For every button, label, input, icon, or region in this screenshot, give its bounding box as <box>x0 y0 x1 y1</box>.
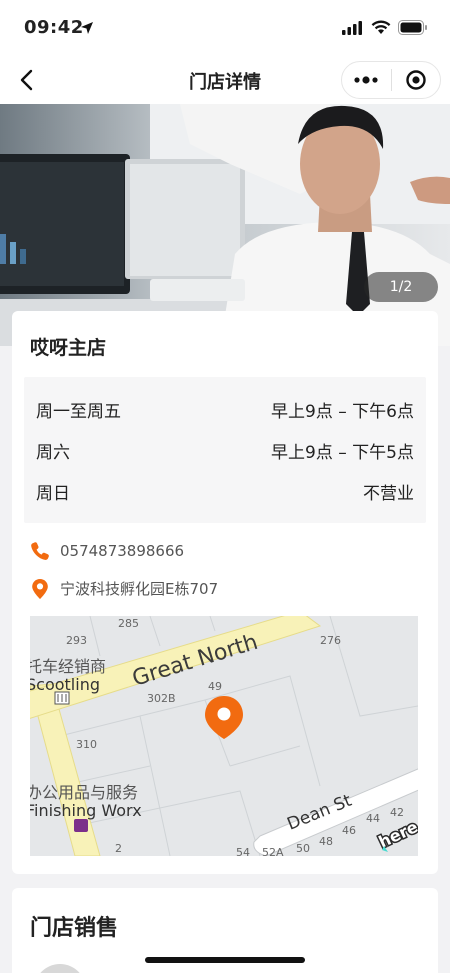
more-button[interactable] <box>342 62 391 98</box>
office-photo <box>0 104 450 346</box>
hours-row: 周日 不营业 <box>36 477 414 505</box>
phone-row[interactable]: 0574873898666 <box>30 541 184 561</box>
map-canvas: Great North Dean St 托车经销商 Scootling 办公用品… <box>30 616 418 856</box>
hours-row: 周六 早上9点 – 下午5点 <box>36 436 414 464</box>
business-hours: 周一至周五 早上9点 – 下午6点 周六 早上9点 – 下午5点 周日 不营业 <box>24 377 426 523</box>
map-number: 285 <box>118 617 139 630</box>
signal-icon <box>342 20 362 35</box>
location-pin-icon <box>30 578 50 599</box>
sales-title: 门店销售 <box>30 916 119 941</box>
map-number: 310 <box>76 738 97 751</box>
map-number: 54 <box>236 846 250 856</box>
poi-label-en: Finishing Worx <box>30 801 142 820</box>
store-address: 宁波科技孵化园E栋707 <box>60 580 219 598</box>
poi-label-en: Scootling <box>30 675 100 694</box>
wifi-icon <box>371 20 391 34</box>
map-number: 44 <box>366 812 380 825</box>
poi-label-cn: 托车经销商 <box>30 657 106 676</box>
map-number: 293 <box>66 634 87 647</box>
hours-days: 周六 <box>36 442 70 463</box>
battery-icon <box>398 20 427 35</box>
map-number: 46 <box>342 824 356 837</box>
close-miniprogram-button[interactable] <box>392 62 441 98</box>
poi-label-cn: 办公用品与服务 <box>30 783 138 802</box>
location-arrow-icon <box>81 22 93 34</box>
mini-program-capsule <box>341 61 441 99</box>
store-name: 哎呀主店 <box>30 337 107 359</box>
hours-time: 早上9点 – 下午6点 <box>271 401 414 422</box>
home-indicator <box>145 957 305 963</box>
store-banner[interactable]: 1/2 <box>0 104 450 346</box>
map-number: 48 <box>319 835 333 848</box>
address-row[interactable]: 宁波科技孵化园E栋707 <box>30 578 218 599</box>
hours-row: 周一至周五 早上9点 – 下午6点 <box>36 395 414 423</box>
nav-bar: 门店详情 <box>0 56 450 104</box>
hours-time: 早上9点 – 下午5点 <box>271 442 414 463</box>
phone-icon <box>30 541 50 561</box>
status-time: 09:42 <box>24 17 84 38</box>
hours-days: 周日 <box>36 483 70 504</box>
map-number: 50 <box>296 842 310 855</box>
phone-number: 0574873898666 <box>60 542 185 560</box>
map-number: 42 <box>390 806 404 819</box>
avatar[interactable] <box>34 964 86 973</box>
poi-shop-icon <box>74 819 88 832</box>
map-number: 2 <box>115 842 122 855</box>
map-number: 52A <box>262 846 284 856</box>
target-icon <box>406 70 426 90</box>
map-number: 276 <box>320 634 341 647</box>
store-map[interactable]: Great North Dean St 托车经销商 Scootling 办公用品… <box>30 616 418 856</box>
hours-time: 不营业 <box>363 483 414 504</box>
banner-page-indicator: 1/2 <box>364 272 438 302</box>
hours-days: 周一至周五 <box>36 401 121 422</box>
chevron-left-icon <box>20 69 33 91</box>
store-info-card: 哎呀主店 周一至周五 早上9点 – 下午6点 周六 早上9点 – 下午5点 周日… <box>12 311 438 874</box>
map-number: 49 <box>208 680 222 693</box>
back-button[interactable] <box>12 66 40 94</box>
map-number: 302B <box>147 692 176 705</box>
status-bar: 09:42 <box>0 0 450 56</box>
status-icons <box>342 20 428 35</box>
more-dots-icon <box>354 76 378 84</box>
